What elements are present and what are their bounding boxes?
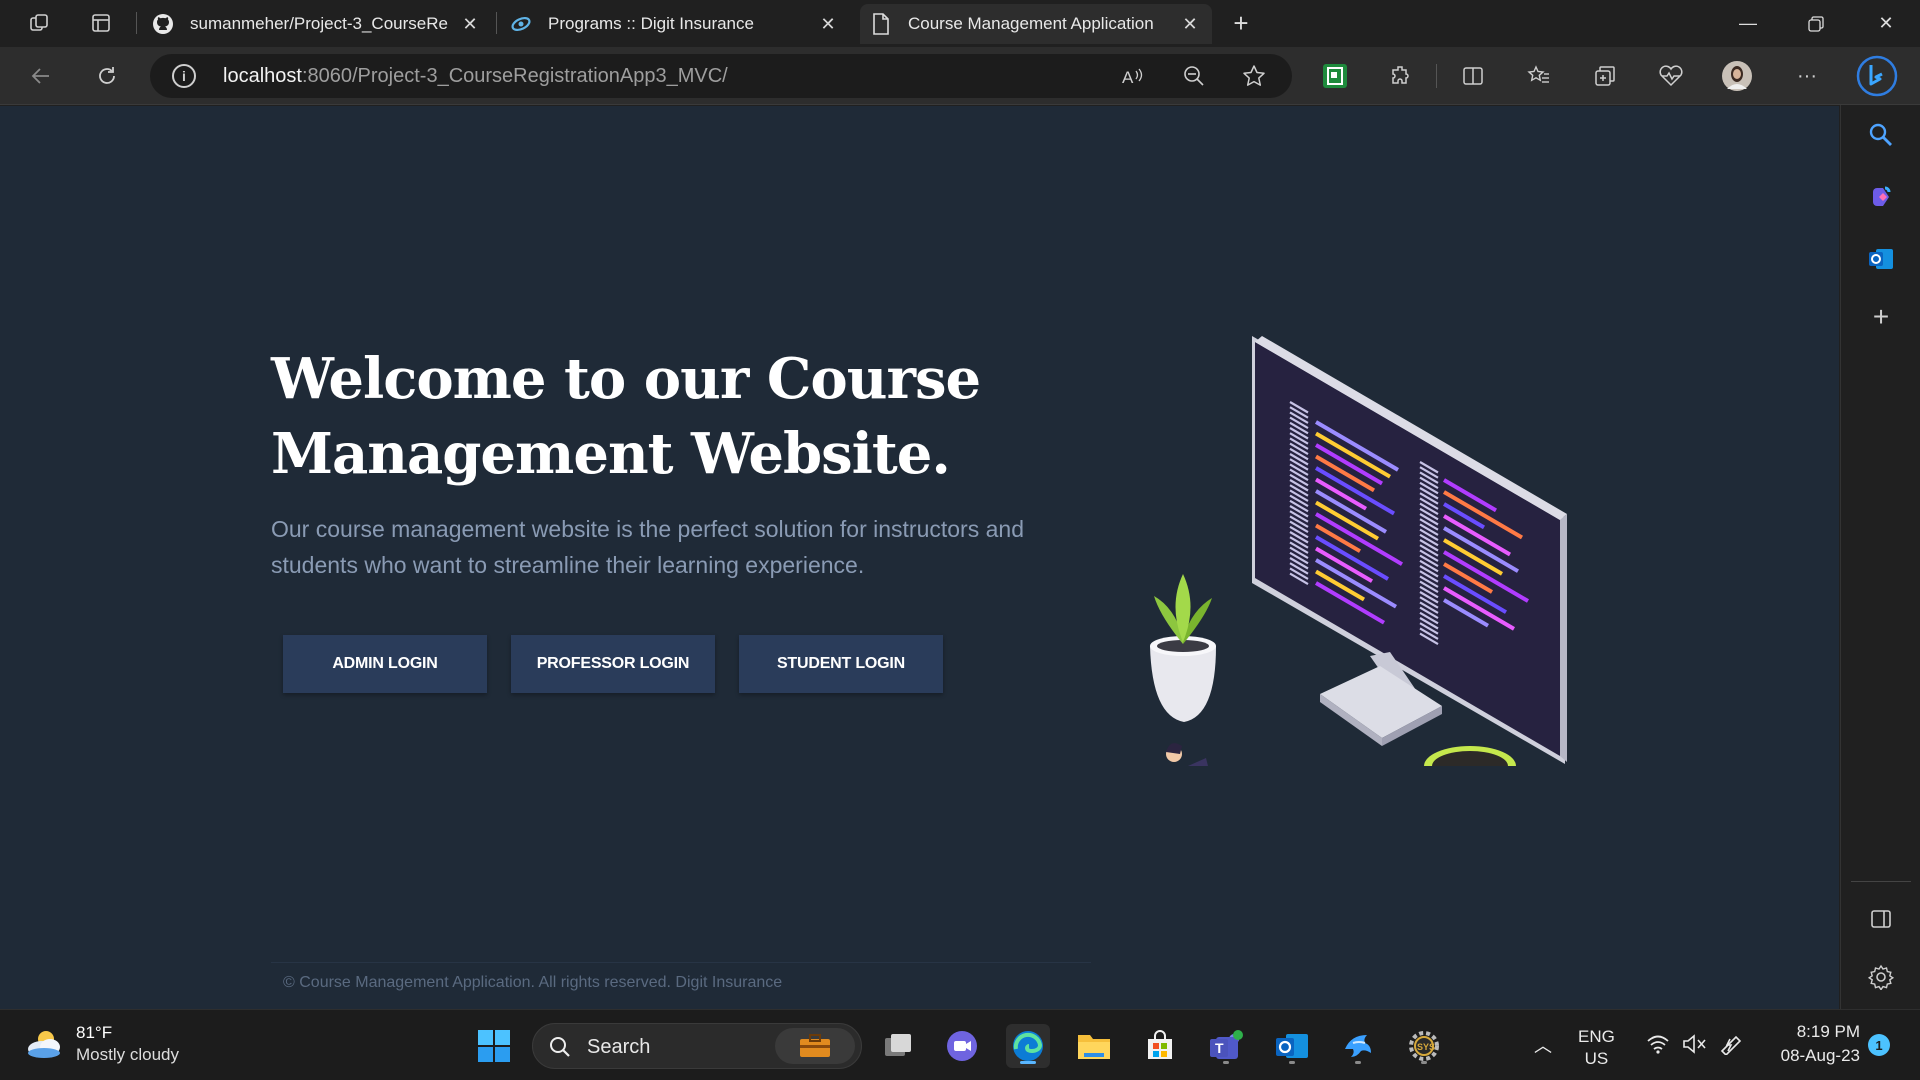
extension-green-icon[interactable] — [1318, 59, 1352, 93]
weather-condition: Mostly cloudy — [76, 1045, 179, 1064]
page-icon — [870, 13, 892, 35]
tab-github[interactable]: sumanmeher/Project-3_CourseRe ✕ — [142, 4, 492, 44]
back-icon[interactable] — [24, 59, 58, 93]
weather-temperature: 81°F — [76, 1023, 113, 1042]
search-highlight-icon[interactable] — [775, 1028, 855, 1064]
volume-muted-icon[interactable] — [1682, 1034, 1708, 1059]
sidebar-copilot-icon[interactable] — [1865, 181, 1897, 213]
svg-text:A: A — [1122, 68, 1134, 87]
dolphin-app-icon[interactable] — [1336, 1024, 1380, 1068]
task-view-icon[interactable] — [876, 1024, 920, 1068]
edge-sidebar: + — [1840, 105, 1920, 1009]
collections-icon[interactable] — [1588, 59, 1622, 93]
clock-date: 08-Aug-23 — [1780, 1046, 1860, 1065]
outlook-icon[interactable] — [1270, 1024, 1314, 1068]
weather-widget[interactable]: 81°F Mostly cloudy — [24, 1022, 179, 1066]
course-management-page: Welcome to our Course Management Website… — [0, 106, 1839, 1009]
refresh-icon[interactable] — [90, 59, 124, 93]
sidebar-settings-icon[interactable] — [1865, 961, 1897, 993]
search-placeholder: Search — [587, 1036, 651, 1058]
workspace-illustration — [1150, 336, 1567, 766]
mug-illustration — [1424, 746, 1516, 766]
split-screen-icon[interactable] — [1456, 59, 1490, 93]
zoom-out-icon[interactable] — [1180, 62, 1208, 90]
tab-label: sumanmeher/Project-3_CourseRe — [190, 14, 448, 33]
taskbar-search-box[interactable]: Search — [532, 1023, 862, 1069]
site-info-icon[interactable]: i — [172, 64, 196, 88]
hide-sidebar-icon[interactable] — [1865, 903, 1897, 935]
microsoft-store-icon[interactable] — [1138, 1024, 1182, 1068]
file-explorer-icon[interactable] — [1072, 1024, 1116, 1068]
wifi-icon[interactable] — [1646, 1034, 1670, 1059]
professor-login-button[interactable]: PROFESSOR LOGIN — [511, 635, 715, 693]
student-login-button[interactable]: STUDENT LOGIN — [739, 635, 943, 693]
tab-digit[interactable]: Programs :: Digit Insurance ✕ — [500, 4, 850, 44]
language-indicator[interactable]: ENG US — [1578, 1026, 1615, 1070]
tab-label: Course Management Application — [908, 14, 1154, 33]
restore-icon[interactable] — [1782, 0, 1850, 47]
tab-label: Programs :: Digit Insurance — [548, 14, 754, 33]
search-icon — [550, 1037, 570, 1057]
close-tab-icon[interactable]: ✕ — [816, 14, 840, 35]
plant-illustration — [1150, 574, 1216, 722]
github-icon — [152, 13, 174, 35]
teams-icon[interactable]: T — [1204, 1024, 1248, 1068]
more-menu-icon[interactable]: ··· — [1790, 59, 1824, 93]
close-window-icon[interactable]: ✕ — [1852, 0, 1920, 47]
workspaces-icon[interactable] — [24, 8, 54, 38]
sidebar-add-icon[interactable]: + — [1865, 301, 1897, 333]
vertical-tabs-icon[interactable] — [86, 8, 116, 38]
notification-badge[interactable]: 1 — [1868, 1034, 1890, 1056]
page-title: Welcome to our Course Management Website… — [271, 346, 981, 487]
close-tab-icon[interactable]: ✕ — [1178, 14, 1202, 35]
address-url[interactable]: localhost:8060/Project-3_CourseRegistrat… — [223, 65, 728, 88]
sidebar-outlook-icon[interactable] — [1865, 243, 1897, 275]
profile-avatar-icon[interactable] — [1720, 59, 1754, 93]
person-illustration — [1166, 743, 1208, 766]
system-gear-app-icon[interactable]: SYS — [1402, 1024, 1446, 1068]
windows-taskbar: 81°F Mostly cloudy Search T SYS ︿ ENG US… — [0, 1009, 1920, 1080]
browser-toolbar: i localhost:8060/Project-3_CourseRegistr… — [0, 47, 1920, 105]
page-subtitle: Our course management website is the per… — [271, 516, 1024, 578]
browser-essentials-icon[interactable] — [1654, 59, 1688, 93]
clock-time: 8:19 PM — [1796, 1022, 1860, 1041]
sidebar-search-icon[interactable] — [1865, 119, 1897, 151]
minimize-icon[interactable]: — — [1714, 0, 1782, 47]
svg-text:SYS: SYS — [1417, 1042, 1435, 1052]
footer-copyright: © Course Management Application. All rig… — [283, 974, 783, 991]
close-tab-icon[interactable]: ✕ — [458, 14, 482, 35]
tab-course-management[interactable]: Course Management Application ✕ — [860, 4, 1212, 44]
browser-tab-strip: sumanmeher/Project-3_CourseRe ✕ Programs… — [0, 0, 1920, 47]
teams-chat-icon[interactable] — [940, 1024, 984, 1068]
show-hidden-icons-chevron[interactable]: ︿ — [1534, 1032, 1552, 1058]
address-bar[interactable]: i localhost:8060/Project-3_CourseRegistr… — [150, 54, 1292, 98]
windows-start-icon[interactable] — [472, 1024, 516, 1068]
read-aloud-icon[interactable]: A — [1120, 62, 1148, 90]
extensions-icon[interactable] — [1384, 59, 1418, 93]
edge-browser-icon[interactable] — [1006, 1024, 1050, 1068]
svg-text:T: T — [1215, 1040, 1224, 1056]
favorite-star-icon[interactable] — [1240, 62, 1268, 90]
bing-copilot-icon[interactable] — [1856, 55, 1898, 97]
digit-icon — [510, 13, 532, 35]
new-tab-icon[interactable]: + — [1226, 8, 1256, 38]
admin-login-button[interactable]: ADMIN LOGIN — [283, 635, 487, 693]
battery-charging-icon[interactable] — [1718, 1033, 1744, 1060]
system-clock[interactable]: 8:19 PM 08-Aug-23 — [1762, 1020, 1860, 1068]
favorites-icon[interactable] — [1522, 59, 1556, 93]
cloudy-weather-icon — [28, 1031, 60, 1058]
